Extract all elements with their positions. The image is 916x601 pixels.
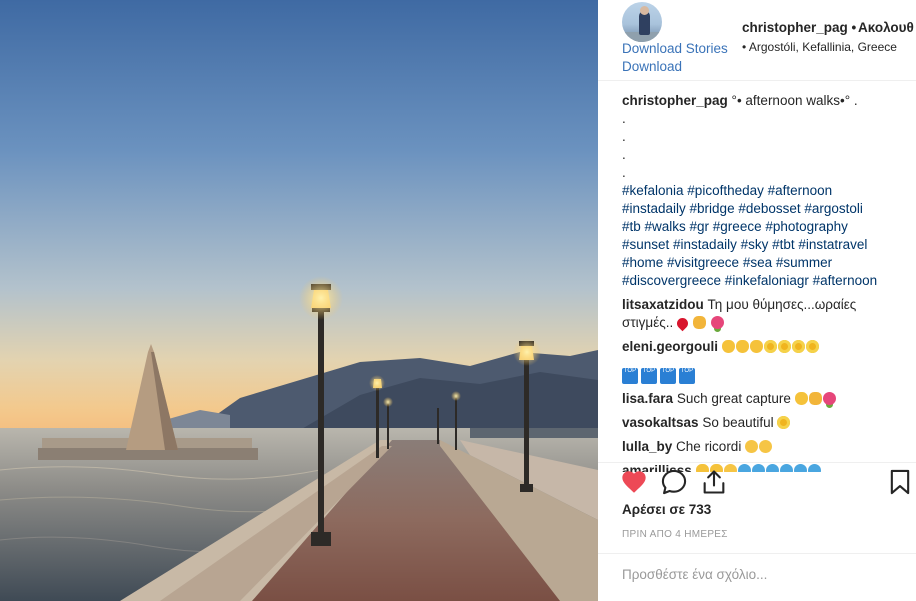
comment-text: στιγμές.. bbox=[622, 315, 674, 330]
comment-text: Such great capture bbox=[676, 391, 791, 406]
comment-divider bbox=[598, 553, 916, 554]
sunset-promenade-image bbox=[0, 0, 598, 601]
comment: lulla_by Che ricordi bbox=[622, 438, 908, 456]
comment: eleni.georgouli TOP TOP TOP TOP bbox=[622, 338, 908, 384]
top-arrow-emoji-icon: TOP bbox=[660, 368, 676, 384]
caption-text: °• afternoon walks•° . bbox=[731, 93, 858, 108]
follow-button[interactable]: Ακολουθ bbox=[858, 20, 914, 35]
hashtag-line[interactable]: #sunset #instadaily #sky #tbt #instatrav… bbox=[622, 236, 908, 254]
hashtag-line[interactable]: #tb #walks #gr #greece #photography bbox=[622, 218, 908, 236]
comment-username[interactable]: lisa.fara bbox=[622, 391, 673, 406]
post-photo[interactable] bbox=[0, 0, 598, 601]
post-timestamp: ΠΡΙΝ ΑΠΟ 4 ΗΜΕΡΕΣ bbox=[622, 529, 728, 540]
clapping-hands-emoji-icon bbox=[692, 316, 706, 329]
likes-count[interactable]: Αρέσει σε 733 bbox=[622, 502, 711, 517]
caption-dot: . bbox=[622, 147, 626, 162]
download-link[interactable]: Download bbox=[622, 59, 682, 74]
bookmark-icon[interactable] bbox=[886, 468, 914, 496]
location-link[interactable]: • Argostóli, Kefallinia, Greece bbox=[742, 40, 897, 54]
caption-dot: . bbox=[622, 165, 626, 180]
top-arrow-emoji-icon: TOP bbox=[679, 368, 695, 384]
caption-dot: . bbox=[622, 111, 626, 126]
ok-hand-emoji-icon bbox=[794, 392, 808, 405]
header-divider bbox=[598, 80, 916, 81]
ok-hand-emoji-icon bbox=[735, 340, 749, 353]
caption-dot: . bbox=[622, 129, 626, 144]
username-text[interactable]: christopher_pag bbox=[742, 20, 848, 35]
post-sidebar: Download Stories Download christopher_pa… bbox=[598, 0, 916, 601]
sad-face-emoji-icon bbox=[745, 440, 759, 453]
hashtag-line[interactable]: #home #visitgreece #sea #summer bbox=[622, 254, 908, 272]
comment-icon[interactable] bbox=[660, 468, 688, 496]
star-struck-emoji-icon bbox=[805, 340, 819, 353]
comment-username[interactable]: lulla_by bbox=[622, 439, 672, 454]
heart-icon[interactable] bbox=[620, 468, 648, 496]
comment-username[interactable]: eleni.georgouli bbox=[622, 339, 718, 354]
clapping-hands-emoji-icon bbox=[808, 392, 822, 405]
top-arrow-emoji-icon: TOP bbox=[641, 368, 657, 384]
star-struck-emoji-icon bbox=[777, 340, 791, 353]
separator: • bbox=[851, 20, 857, 35]
ok-hand-emoji-icon bbox=[721, 340, 735, 353]
post-username[interactable]: christopher_pag • bbox=[742, 20, 856, 35]
comment-text: So beautiful bbox=[702, 415, 774, 430]
ok-hand-emoji-icon bbox=[749, 340, 763, 353]
add-comment-input[interactable]: Προσθέστε ένα σχόλιο... bbox=[622, 567, 902, 582]
comment: lisa.fara Such great capture bbox=[622, 390, 908, 408]
bouquet-emoji-icon bbox=[710, 316, 724, 329]
hashtag-line[interactable]: #discovergreece #inkefaloniagr #afternoo… bbox=[622, 272, 908, 290]
star-struck-emoji-icon bbox=[763, 340, 777, 353]
star-struck-emoji-icon bbox=[791, 340, 805, 353]
avatar[interactable] bbox=[622, 2, 662, 42]
download-stories-link[interactable]: Download Stories bbox=[622, 41, 728, 56]
hashtag-line[interactable]: #instadaily #bridge #debosset #argostoli bbox=[622, 200, 908, 218]
comment: litsaxatzidou Τη μου θύμησες...ωραίες στ… bbox=[622, 296, 908, 332]
comments-section: christopher_pag °• afternoon walks•° . .… bbox=[622, 92, 908, 472]
comment-text: Che ricordi bbox=[676, 439, 742, 454]
share-icon[interactable] bbox=[700, 468, 728, 496]
caption: christopher_pag °• afternoon walks•° . bbox=[622, 92, 908, 110]
comment-username[interactable]: vasokaltsas bbox=[622, 415, 699, 430]
comment-username[interactable]: litsaxatzidou bbox=[622, 297, 704, 312]
actions-divider bbox=[598, 462, 916, 463]
bouquet-emoji-icon bbox=[822, 392, 836, 405]
action-bar bbox=[598, 466, 916, 500]
comment: vasokaltsas So beautiful bbox=[622, 414, 908, 432]
sad-face-emoji-icon bbox=[759, 440, 773, 453]
top-arrow-emoji-icon: TOP bbox=[622, 368, 638, 384]
red-heart-emoji-icon bbox=[674, 315, 691, 332]
star-struck-emoji-icon bbox=[777, 416, 791, 429]
hashtag-line[interactable]: #kefalonia #picoftheday #afternoon bbox=[622, 182, 908, 200]
caption-username[interactable]: christopher_pag bbox=[622, 93, 728, 108]
comment-text: Τη μου θύμησες...ωραίες bbox=[707, 297, 857, 312]
